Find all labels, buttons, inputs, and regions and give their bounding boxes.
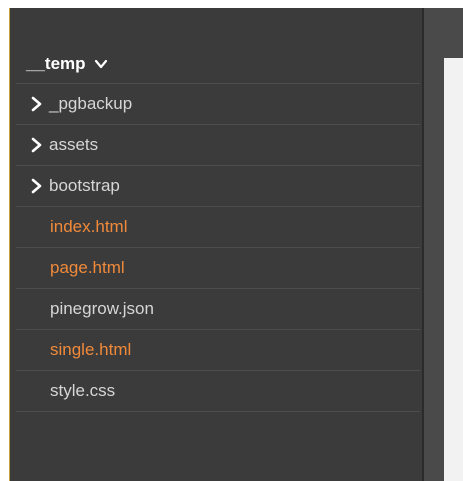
file-label: index.html [50, 217, 128, 236]
window: __temp _pgbackup assets bootstrap index.… [0, 0, 463, 481]
canvas-area [444, 58, 463, 481]
folder-item-assets[interactable]: assets [16, 125, 420, 166]
folder-label: assets [49, 135, 99, 154]
folder-item-pgbackup[interactable]: _pgbackup [16, 84, 420, 125]
file-tree: _pgbackup assets bootstrap index.html pa… [16, 84, 420, 412]
folder-item-bootstrap[interactable]: bootstrap [16, 166, 420, 207]
file-item-single-html[interactable]: single.html [16, 330, 420, 371]
left-margin [0, 0, 9, 481]
file-item-index-html[interactable]: index.html [16, 207, 420, 248]
file-item-pinegrow-json[interactable]: pinegrow.json [16, 289, 420, 330]
folder-label: _pgbackup [49, 94, 133, 113]
project-header[interactable]: __temp [16, 44, 420, 84]
chevron-down-icon [94, 59, 107, 68]
folder-label: bootstrap [49, 176, 120, 195]
chevron-right-icon [31, 137, 42, 153]
file-item-style-css[interactable]: style.css [16, 371, 420, 412]
file-label: page.html [50, 258, 125, 277]
chevron-right-icon [31, 96, 42, 112]
project-title: __temp [26, 53, 86, 73]
file-label: pinegrow.json [50, 299, 154, 318]
file-item-page-html[interactable]: page.html [16, 248, 420, 289]
chevron-right-icon [31, 178, 42, 194]
file-label: single.html [50, 340, 132, 359]
file-label: style.css [50, 381, 116, 400]
